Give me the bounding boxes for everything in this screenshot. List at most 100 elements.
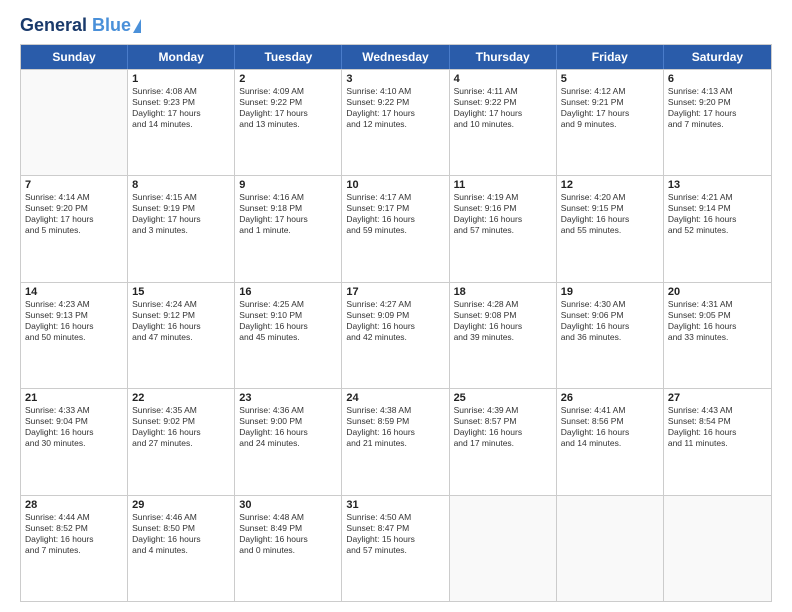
cell-info-line: Sunset: 9:21 PM: [561, 97, 659, 108]
cell-info-line: Daylight: 17 hours: [239, 108, 337, 119]
cell-info-line: Sunset: 9:18 PM: [239, 203, 337, 214]
cell-info-line: Daylight: 16 hours: [668, 214, 767, 225]
day-number: 21: [25, 392, 123, 404]
day-number: 13: [668, 179, 767, 191]
weekday-header-wednesday: Wednesday: [342, 45, 449, 69]
cell-info-line: Sunrise: 4:08 AM: [132, 86, 230, 97]
cell-info-line: and 7 minutes.: [668, 119, 767, 130]
day-number: 10: [346, 179, 444, 191]
cell-info-line: Daylight: 16 hours: [25, 534, 123, 545]
cell-info-line: Daylight: 16 hours: [454, 321, 552, 332]
cell-info-line: Sunrise: 4:39 AM: [454, 405, 552, 416]
cell-info-line: Sunset: 8:49 PM: [239, 523, 337, 534]
empty-cell-r4c6: [664, 496, 771, 601]
cell-info-line: Sunset: 8:54 PM: [668, 416, 767, 427]
cell-info-line: and 27 minutes.: [132, 438, 230, 449]
day-cell-10: 10Sunrise: 4:17 AMSunset: 9:17 PMDayligh…: [342, 176, 449, 281]
cell-info-line: and 42 minutes.: [346, 332, 444, 343]
calendar-header: SundayMondayTuesdayWednesdayThursdayFrid…: [21, 45, 771, 69]
cell-info-line: and 57 minutes.: [346, 545, 444, 556]
cell-info-line: Sunset: 9:14 PM: [668, 203, 767, 214]
cell-info-line: Sunrise: 4:41 AM: [561, 405, 659, 416]
weekday-header-monday: Monday: [128, 45, 235, 69]
cell-info-line: Daylight: 17 hours: [561, 108, 659, 119]
cell-info-line: Sunset: 9:08 PM: [454, 310, 552, 321]
cell-info-line: Sunrise: 4:50 AM: [346, 512, 444, 523]
cell-info-line: and 4 minutes.: [132, 545, 230, 556]
header: General Blue: [20, 16, 772, 36]
cell-info-line: and 59 minutes.: [346, 225, 444, 236]
day-cell-31: 31Sunrise: 4:50 AMSunset: 8:47 PMDayligh…: [342, 496, 449, 601]
cell-info-line: and 47 minutes.: [132, 332, 230, 343]
cell-info-line: Sunrise: 4:28 AM: [454, 299, 552, 310]
weekday-header-sunday: Sunday: [21, 45, 128, 69]
day-number: 17: [346, 286, 444, 298]
empty-cell-r4c5: [557, 496, 664, 601]
day-number: 31: [346, 499, 444, 511]
cell-info-line: Sunrise: 4:43 AM: [668, 405, 767, 416]
day-cell-23: 23Sunrise: 4:36 AMSunset: 9:00 PMDayligh…: [235, 389, 342, 494]
day-number: 2: [239, 73, 337, 85]
day-cell-24: 24Sunrise: 4:38 AMSunset: 8:59 PMDayligh…: [342, 389, 449, 494]
day-number: 1: [132, 73, 230, 85]
cell-info-line: Sunrise: 4:23 AM: [25, 299, 123, 310]
cell-info-line: Sunrise: 4:48 AM: [239, 512, 337, 523]
cell-info-line: Sunrise: 4:30 AM: [561, 299, 659, 310]
day-cell-11: 11Sunrise: 4:19 AMSunset: 9:16 PMDayligh…: [450, 176, 557, 281]
cell-info-line: Daylight: 16 hours: [346, 214, 444, 225]
day-number: 20: [668, 286, 767, 298]
day-number: 15: [132, 286, 230, 298]
day-number: 30: [239, 499, 337, 511]
day-cell-12: 12Sunrise: 4:20 AMSunset: 9:15 PMDayligh…: [557, 176, 664, 281]
cell-info-line: Daylight: 17 hours: [132, 214, 230, 225]
cell-info-line: Daylight: 16 hours: [239, 427, 337, 438]
cell-info-line: Sunset: 8:52 PM: [25, 523, 123, 534]
day-cell-3: 3Sunrise: 4:10 AMSunset: 9:22 PMDaylight…: [342, 70, 449, 175]
logo-triangle-icon: [133, 19, 141, 33]
cell-info-line: and 3 minutes.: [132, 225, 230, 236]
cell-info-line: and 7 minutes.: [25, 545, 123, 556]
cell-info-line: Daylight: 16 hours: [132, 427, 230, 438]
day-number: 4: [454, 73, 552, 85]
cell-info-line: Daylight: 16 hours: [346, 321, 444, 332]
cell-info-line: Sunrise: 4:44 AM: [25, 512, 123, 523]
cell-info-line: Sunset: 8:56 PM: [561, 416, 659, 427]
day-cell-15: 15Sunrise: 4:24 AMSunset: 9:12 PMDayligh…: [128, 283, 235, 388]
cell-info-line: Sunset: 9:20 PM: [25, 203, 123, 214]
day-cell-22: 22Sunrise: 4:35 AMSunset: 9:02 PMDayligh…: [128, 389, 235, 494]
day-number: 16: [239, 286, 337, 298]
cell-info-line: Sunrise: 4:19 AM: [454, 192, 552, 203]
weekday-header-thursday: Thursday: [450, 45, 557, 69]
cell-info-line: Sunset: 9:16 PM: [454, 203, 552, 214]
cell-info-line: Daylight: 16 hours: [25, 427, 123, 438]
logo-text: General Blue: [20, 16, 131, 36]
cell-info-line: and 36 minutes.: [561, 332, 659, 343]
day-number: 5: [561, 73, 659, 85]
cell-info-line: Sunrise: 4:09 AM: [239, 86, 337, 97]
cell-info-line: Sunset: 9:17 PM: [346, 203, 444, 214]
cell-info-line: and 50 minutes.: [25, 332, 123, 343]
cell-info-line: Sunrise: 4:25 AM: [239, 299, 337, 310]
logo: General Blue: [20, 16, 141, 36]
cell-info-line: and 33 minutes.: [668, 332, 767, 343]
cell-info-line: Daylight: 16 hours: [25, 321, 123, 332]
cell-info-line: and 10 minutes.: [454, 119, 552, 130]
calendar-row-1: 1Sunrise: 4:08 AMSunset: 9:23 PMDaylight…: [21, 69, 771, 175]
cell-info-line: and 39 minutes.: [454, 332, 552, 343]
cell-info-line: and 45 minutes.: [239, 332, 337, 343]
cell-info-line: and 13 minutes.: [239, 119, 337, 130]
cell-info-line: and 9 minutes.: [561, 119, 659, 130]
cell-info-line: Daylight: 16 hours: [239, 321, 337, 332]
cell-info-line: and 55 minutes.: [561, 225, 659, 236]
day-cell-2: 2Sunrise: 4:09 AMSunset: 9:22 PMDaylight…: [235, 70, 342, 175]
cell-info-line: Daylight: 16 hours: [132, 534, 230, 545]
cell-info-line: Sunset: 9:12 PM: [132, 310, 230, 321]
day-cell-28: 28Sunrise: 4:44 AMSunset: 8:52 PMDayligh…: [21, 496, 128, 601]
calendar-row-2: 7Sunrise: 4:14 AMSunset: 9:20 PMDaylight…: [21, 175, 771, 281]
day-number: 9: [239, 179, 337, 191]
cell-info-line: Sunset: 8:47 PM: [346, 523, 444, 534]
day-cell-8: 8Sunrise: 4:15 AMSunset: 9:19 PMDaylight…: [128, 176, 235, 281]
cell-info-line: and 24 minutes.: [239, 438, 337, 449]
day-number: 8: [132, 179, 230, 191]
day-number: 28: [25, 499, 123, 511]
